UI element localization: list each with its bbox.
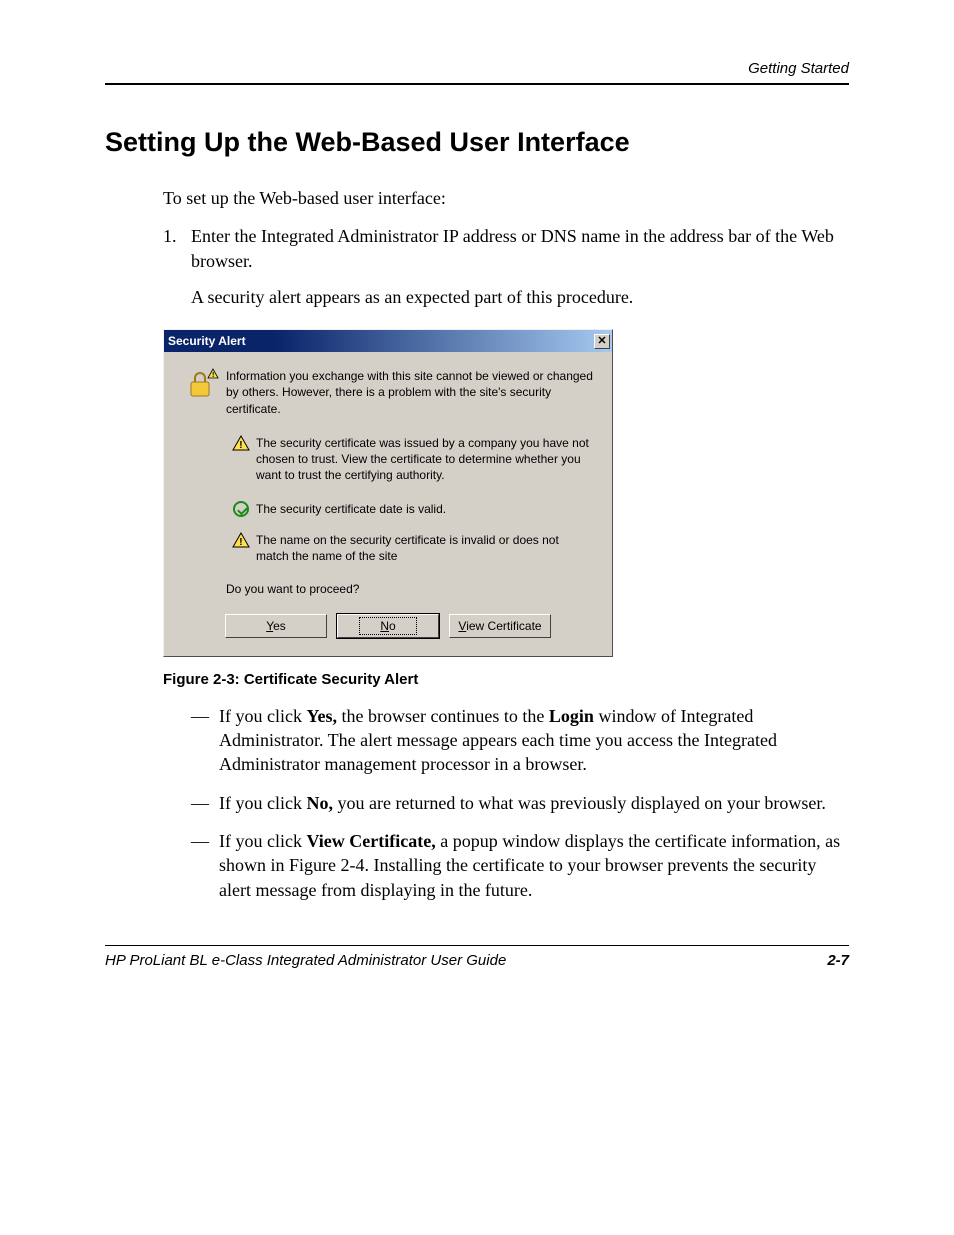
dialog-item-1: The security certificate was issued by a… — [256, 435, 598, 484]
bullet-yes: — If you click Yes, the browser continue… — [191, 704, 849, 777]
step-number: 1. — [163, 224, 191, 309]
close-button[interactable]: ✕ — [594, 334, 610, 349]
dialog-titlebar: Security Alert ✕ — [164, 330, 612, 352]
svg-text:!: ! — [239, 440, 242, 451]
dialog-item-3: The name on the security certificate is … — [256, 532, 598, 564]
bullet-view-cert: — If you click View Certificate, a popup… — [191, 829, 849, 902]
view-certificate-button[interactable]: View Certificate — [449, 614, 551, 638]
close-icon: ✕ — [597, 335, 606, 347]
page-title: Setting Up the Web-Based User Interface — [105, 127, 849, 158]
lock-warning-icon: ! — [178, 368, 226, 417]
step-text: Enter the Integrated Administrator IP ad… — [191, 224, 849, 273]
yes-button[interactable]: Yes — [225, 614, 327, 638]
page-header-section: Getting Started — [105, 60, 849, 85]
bullet-no: — If you click No, you are returned to w… — [191, 791, 849, 815]
page-number: 2-7 — [827, 952, 849, 969]
intro-text: To set up the Web-based user interface: — [163, 186, 849, 210]
step-note: A security alert appears as an expected … — [191, 285, 849, 309]
footer-title: HP ProLiant BL e-Class Integrated Admini… — [105, 952, 506, 969]
step-1: 1. Enter the Integrated Administrator IP… — [163, 224, 849, 309]
figure-caption: Figure 2-3: Certificate Security Alert — [163, 671, 849, 688]
dialog-item-2: The security certificate date is valid. — [256, 501, 598, 517]
warning-icon: ! — [226, 532, 256, 564]
svg-text:!: ! — [212, 372, 214, 379]
check-icon — [226, 501, 256, 517]
svg-text:!: ! — [239, 537, 242, 548]
security-alert-dialog: Security Alert ✕ ! — [163, 329, 613, 657]
warning-icon: ! — [226, 435, 256, 484]
dialog-main-text: Information you exchange with this site … — [226, 368, 598, 417]
dialog-proceed-text: Do you want to proceed? — [226, 582, 598, 596]
no-button[interactable]: No — [337, 614, 439, 638]
dialog-title: Security Alert — [168, 334, 246, 348]
